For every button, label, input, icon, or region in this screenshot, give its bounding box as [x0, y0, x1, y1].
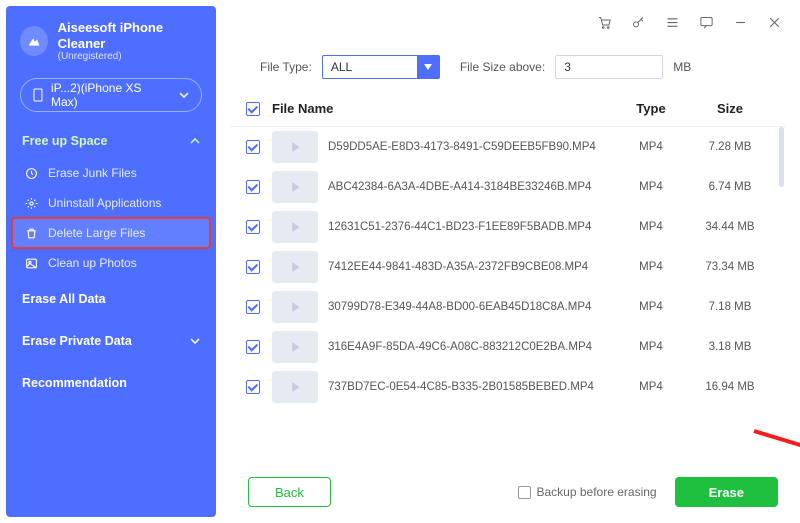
file-size: 6.74 MB	[686, 181, 774, 193]
sidebar: Aiseesoft iPhone Cleaner (Unregistered) …	[6, 6, 216, 517]
file-type: MP4	[616, 261, 686, 273]
nav-uninstall-applications[interactable]: Uninstall Applications	[6, 188, 216, 218]
chevron-up-icon	[190, 138, 200, 144]
close-icon[interactable]	[766, 14, 782, 30]
file-name: 316E4A9F-85DA-49C6-A08C-883212C0E2BA.MP4	[328, 341, 592, 353]
file-size: 16.94 MB	[686, 381, 774, 393]
device-selector[interactable]: iP...2)(iPhone XS Max)	[20, 78, 202, 112]
file-size: 7.28 MB	[686, 141, 774, 153]
file-name: 7412EE44-9841-483D-A35A-2372FB9CBE08.MP4	[328, 261, 588, 273]
checkbox-icon	[518, 486, 531, 499]
table-row[interactable]: 30799D78-E349-44A8-BD00-6EAB45D18C8A.MP4…	[230, 287, 786, 327]
image-icon	[24, 256, 38, 270]
file-type: MP4	[616, 221, 686, 233]
header-size: Size	[686, 101, 774, 116]
footer-bar: Back Backup before erasing Erase	[230, 477, 786, 507]
file-type: MP4	[616, 141, 686, 153]
table-header: File Name Type Size	[230, 93, 786, 127]
row-checkbox[interactable]	[246, 220, 260, 234]
device-label: iP...2)(iPhone XS Max)	[51, 81, 171, 109]
file-name: ABC42384-6A3A-4DBE-A414-3184BE33246B.MP4	[328, 181, 591, 193]
nav-recommendation[interactable]: Recommendation	[6, 362, 216, 404]
filter-bar: File Type: ALL File Size above: MB	[230, 55, 786, 79]
file-name: 12631C51-2376-44C1-BD23-F1EE89F5BADB.MP4	[328, 221, 591, 233]
file-type: MP4	[616, 381, 686, 393]
erase-button[interactable]: Erase	[675, 477, 778, 507]
key-icon[interactable]	[630, 14, 646, 30]
nav-erase-private-data[interactable]: Erase Private Data	[6, 320, 216, 362]
video-thumbnail	[272, 251, 318, 283]
file-name: 30799D78-E349-44A8-BD00-6EAB45D18C8A.MP4	[328, 301, 591, 313]
video-thumbnail	[272, 371, 318, 403]
select-all-checkbox[interactable]	[246, 102, 260, 116]
feedback-icon[interactable]	[698, 14, 714, 30]
file-type: MP4	[616, 181, 686, 193]
backup-checkbox[interactable]: Backup before erasing	[518, 485, 657, 499]
file-size: 73.34 MB	[686, 261, 774, 273]
file-type: MP4	[616, 341, 686, 353]
row-checkbox[interactable]	[246, 180, 260, 194]
table-row[interactable]: ABC42384-6A3A-4DBE-A414-3184BE33246B.MP4…	[230, 167, 786, 207]
trash-icon	[24, 226, 38, 240]
video-thumbnail	[272, 211, 318, 243]
header-type: Type	[616, 101, 686, 116]
file-size-input[interactable]	[555, 55, 663, 79]
nav-erase-all-data[interactable]: Erase All Data	[6, 278, 216, 320]
row-checkbox[interactable]	[246, 300, 260, 314]
file-size-label: File Size above:	[460, 60, 545, 74]
row-checkbox[interactable]	[246, 140, 260, 154]
table-row[interactable]: D59DD5AE-E8D3-4173-8491-C59DEEB5FB90.MP4…	[230, 127, 786, 167]
header-filename: File Name	[270, 101, 616, 116]
nav-delete-large-files[interactable]: Delete Large Files	[12, 218, 210, 248]
table-row[interactable]: 12631C51-2376-44C1-BD23-F1EE89F5BADB.MP4…	[230, 207, 786, 247]
dropdown-icon	[417, 56, 439, 78]
file-name: D59DD5AE-E8D3-4173-8491-C59DEEB5FB90.MP4	[328, 141, 596, 153]
video-thumbnail	[272, 331, 318, 363]
table-row[interactable]: 7412EE44-9841-483D-A35A-2372FB9CBE08.MP4…	[230, 247, 786, 287]
file-size: 7.18 MB	[686, 301, 774, 313]
section-free-up-space[interactable]: Free up Space	[6, 124, 216, 158]
minimize-icon[interactable]	[732, 14, 748, 30]
nav-clean-up-photos[interactable]: Clean up Photos	[6, 248, 216, 278]
row-checkbox[interactable]	[246, 380, 260, 394]
brand: Aiseesoft iPhone Cleaner (Unregistered)	[6, 6, 216, 66]
table-row[interactable]: 737BD7EC-0E54-4C85-B335-2B01585BEBED.MP4…	[230, 367, 786, 407]
table-row[interactable]: 316E4A9F-85DA-49C6-A08C-883212C0E2BA.MP4…	[230, 327, 786, 367]
chevron-down-icon	[179, 92, 189, 98]
file-list: D59DD5AE-E8D3-4173-8491-C59DEEB5FB90.MP4…	[230, 127, 786, 437]
file-name: 737BD7EC-0E54-4C85-B335-2B01585BEBED.MP4	[328, 381, 594, 393]
file-size-unit: MB	[673, 60, 691, 74]
app-icon	[20, 26, 48, 56]
row-checkbox[interactable]	[246, 260, 260, 274]
nav-erase-junk-files[interactable]: Erase Junk Files	[6, 158, 216, 188]
chevron-down-icon	[190, 338, 200, 344]
file-type-label: File Type:	[260, 60, 312, 74]
video-thumbnail	[272, 131, 318, 163]
menu-icon[interactable]	[664, 14, 680, 30]
app-title: Aiseesoft iPhone Cleaner	[58, 20, 202, 51]
row-checkbox[interactable]	[246, 340, 260, 354]
cart-icon[interactable]	[596, 14, 612, 30]
app-subtitle: (Unregistered)	[58, 51, 202, 62]
back-button[interactable]: Back	[248, 477, 331, 507]
gear-icon	[24, 196, 38, 210]
main-panel: File Type: ALL File Size above: MB File …	[230, 55, 786, 511]
file-type-select[interactable]: ALL	[322, 55, 440, 79]
file-size: 3.18 MB	[686, 341, 774, 353]
clock-icon	[24, 166, 38, 180]
video-thumbnail	[272, 291, 318, 323]
file-type: MP4	[616, 301, 686, 313]
scrollbar[interactable]	[779, 127, 784, 187]
file-size: 34.44 MB	[686, 221, 774, 233]
window-controls	[596, 14, 782, 30]
video-thumbnail	[272, 171, 318, 203]
